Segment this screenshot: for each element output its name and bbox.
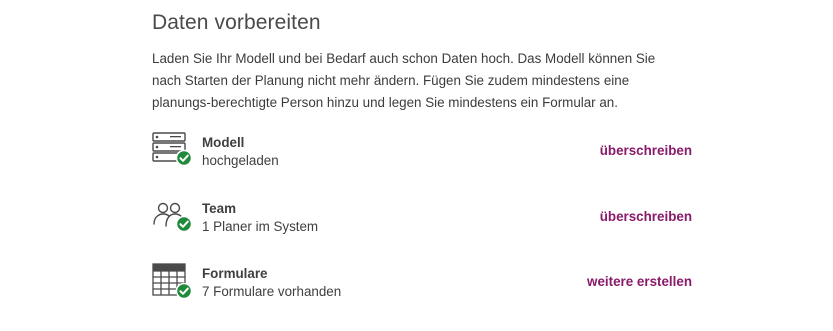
status-row-text: Modell hochgeladen bbox=[202, 134, 279, 169]
status-row-text: Formulare 7 Formulare vorhanden bbox=[202, 265, 341, 300]
prepare-data-panel: Daten vorbereiten Laden Sie Ihr Modell u… bbox=[152, 0, 697, 300]
create-more-forms-link[interactable]: weitere erstellen bbox=[587, 274, 692, 289]
status-row-title: Modell bbox=[202, 135, 245, 150]
server-icon bbox=[152, 130, 194, 170]
status-row-subtitle: 1 Planer im System bbox=[202, 219, 319, 234]
table-icon bbox=[152, 261, 194, 301]
overwrite-team-link[interactable]: überschreiben bbox=[600, 209, 692, 224]
check-icon bbox=[175, 282, 193, 300]
team-icon bbox=[152, 196, 194, 236]
section-title: Daten vorbereiten bbox=[152, 11, 321, 34]
status-row-forms: Formulare 7 Formulare vorhanden weitere … bbox=[152, 261, 697, 301]
section-description: Laden Sie Ihr Modell und bei Bedarf auch… bbox=[152, 51, 656, 110]
status-row-title: Team bbox=[202, 201, 236, 216]
status-row-subtitle: hochgeladen bbox=[202, 153, 279, 168]
status-row-text: Team 1 Planer im System bbox=[202, 200, 318, 235]
status-row-title: Formulare bbox=[202, 266, 268, 281]
check-icon bbox=[175, 149, 193, 167]
overwrite-model-link[interactable]: überschreiben bbox=[600, 143, 692, 158]
check-icon bbox=[175, 215, 193, 233]
status-row-model: Modell hochgeladen überschreiben bbox=[152, 130, 697, 170]
status-row-team: Team 1 Planer im System überschreiben bbox=[152, 196, 697, 236]
status-row-subtitle: 7 Formulare vorhanden bbox=[202, 284, 342, 299]
